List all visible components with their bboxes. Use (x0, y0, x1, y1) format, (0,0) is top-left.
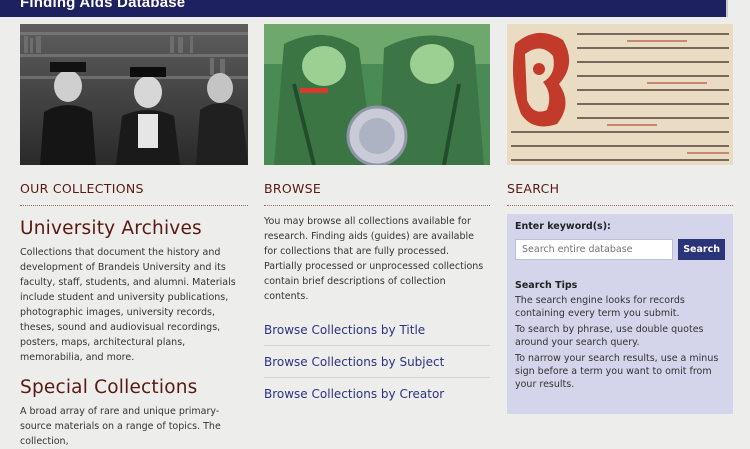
collections-column: OUR COLLECTIONS University Archives Coll… (20, 24, 248, 449)
search-tip-1: The search engine looks for records cont… (515, 295, 685, 319)
browse-column: BROWSE You may browse all collections av… (264, 24, 490, 409)
site-title: Finding Aids Database (20, 0, 186, 11)
university-archives-description: Collections that document the history an… (20, 247, 236, 363)
collections-section-title: OUR COLLECTIONS (20, 181, 248, 206)
search-tips-title: Search Tips (515, 280, 578, 291)
search-tip-3: To narrow your search results, use a min… (515, 353, 719, 390)
search-column: SEARCH Enter keyword(s): Search Search T… (507, 24, 733, 414)
search-panel: Enter keyword(s): Search Search Tips The… (507, 214, 733, 414)
manuscript-image (507, 24, 733, 165)
search-label: Enter keyword(s): (515, 221, 611, 232)
university-archives-heading[interactable]: University Archives (20, 218, 248, 239)
special-collections-heading[interactable]: Special Collections (20, 377, 248, 398)
special-collections-description: A broad array of rare and unique primary… (20, 406, 221, 447)
search-button[interactable]: Search (678, 239, 725, 260)
archives-photo (20, 24, 248, 165)
browse-by-subject-link[interactable]: Browse Collections by Subject (264, 346, 490, 378)
search-row: Search (515, 239, 725, 260)
browse-intro-text: You may browse all collections available… (264, 216, 484, 302)
search-section-title: SEARCH (507, 181, 733, 206)
browse-by-creator-link[interactable]: Browse Collections by Creator (264, 378, 490, 409)
search-tip-2: To search by phrase, use double quotes a… (515, 324, 704, 348)
search-input[interactable] (515, 239, 674, 260)
poster-image (264, 24, 490, 165)
browse-links: Browse Collections by Title Browse Colle… (264, 314, 490, 409)
browse-section-title: BROWSE (264, 181, 490, 206)
browse-by-title-link[interactable]: Browse Collections by Title (264, 314, 490, 346)
header-bar: Finding Aids Database (0, 0, 728, 17)
